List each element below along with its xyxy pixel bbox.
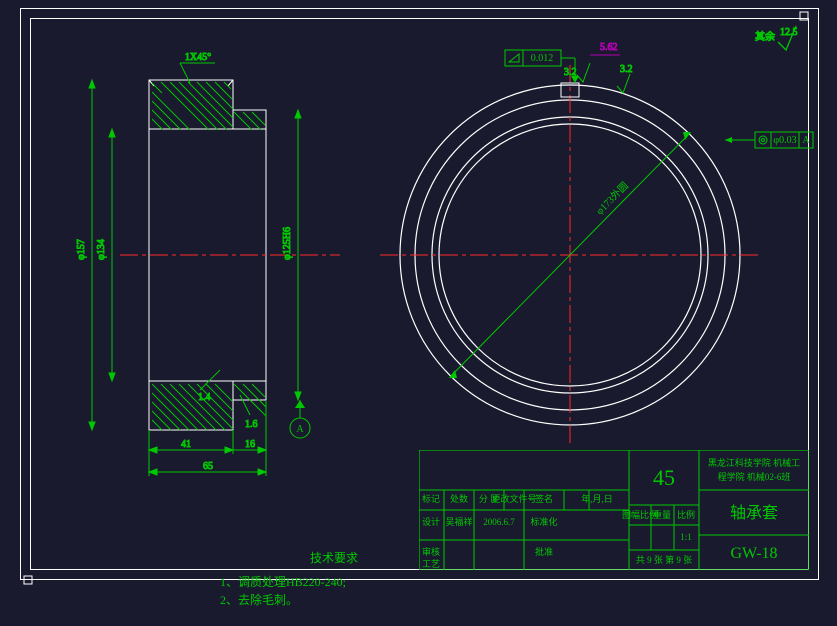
svg-text:设计: 设计 — [422, 516, 440, 527]
dim-len-main: 41 — [181, 439, 191, 450]
svg-text:φ0.03: φ0.03 — [773, 135, 796, 146]
svg-text:审核: 审核 — [422, 546, 440, 557]
tb-school1: 黑龙江科技学院 机械工 — [708, 457, 800, 468]
svg-text:签名: 签名 — [535, 493, 553, 504]
tech-req-title: 技术要求 — [310, 551, 358, 565]
dim-mid: φ134 — [96, 239, 107, 260]
section-view: φ157 φ134 φ125H6 41 16 65 1X45° — [76, 52, 340, 476]
svg-text:3.2: 3.2 — [564, 67, 577, 78]
svg-text:更改文件号: 更改文件号 — [491, 493, 536, 504]
svg-text:标记: 标记 — [422, 493, 440, 504]
tech-req-1: 1、调质处理HB220-240; — [220, 575, 346, 589]
dim-s2: 1.6 — [245, 419, 258, 430]
dim-outer: φ157 — [76, 239, 87, 260]
dim-bore: φ125H6 — [282, 227, 293, 260]
svg-text:处数: 处数 — [450, 493, 468, 504]
tb-dwgno: GW-18 — [730, 545, 777, 562]
title-block: 45 黑龙江科技学院 机械工 程学院 机械02-6班 轴承套 GW-18 标记 … — [419, 450, 809, 570]
svg-text:重量: 重量 — [653, 509, 671, 520]
svg-text:0.012: 0.012 — [531, 53, 554, 64]
tech-req-2: 2、去除毛刺。 — [220, 592, 298, 607]
svg-text:其余: 其余 — [755, 30, 775, 43]
dim-len-total: 65 — [203, 461, 213, 472]
svg-text:共 9 张 第 9 张: 共 9 张 第 9 张 — [636, 554, 692, 565]
svg-text:12.5: 12.5 — [780, 27, 798, 38]
svg-text:A: A — [296, 424, 304, 435]
surface-general: 其余 12.5 — [755, 26, 798, 50]
dim-s1: 1.4 — [198, 392, 211, 403]
tb-material: 45 — [653, 465, 675, 490]
surface-finish-2: 3.2 — [617, 64, 633, 93]
datum-a: A — [290, 400, 310, 438]
gdt-concentricity: φ0.03 A — [725, 132, 813, 148]
svg-text:3.2: 3.2 — [620, 64, 633, 75]
svg-text:A: A — [802, 135, 810, 146]
svg-text:吴福祥: 吴福祥 — [445, 516, 472, 527]
svg-text:比例: 比例 — [677, 509, 695, 520]
tb-school2: 程学院 机械02-6班 — [718, 471, 791, 482]
leader-dim: 5.62 — [590, 42, 620, 55]
svg-text:批准: 批准 — [535, 546, 553, 557]
svg-text:1:1: 1:1 — [680, 532, 692, 542]
svg-text:年,月,日: 年,月,日 — [581, 493, 613, 504]
svg-text:工艺: 工艺 — [422, 559, 440, 569]
svg-text:2006.6.7: 2006.6.7 — [483, 517, 515, 527]
svg-text:标准化: 标准化 — [530, 516, 557, 527]
end-view: φ173外圆 — [380, 65, 760, 445]
dim-len-step: 16 — [245, 439, 255, 450]
svg-text:5.62: 5.62 — [600, 42, 618, 53]
tb-part-name: 轴承套 — [730, 504, 778, 522]
dim-chamfer: 1X45° — [185, 52, 211, 63]
